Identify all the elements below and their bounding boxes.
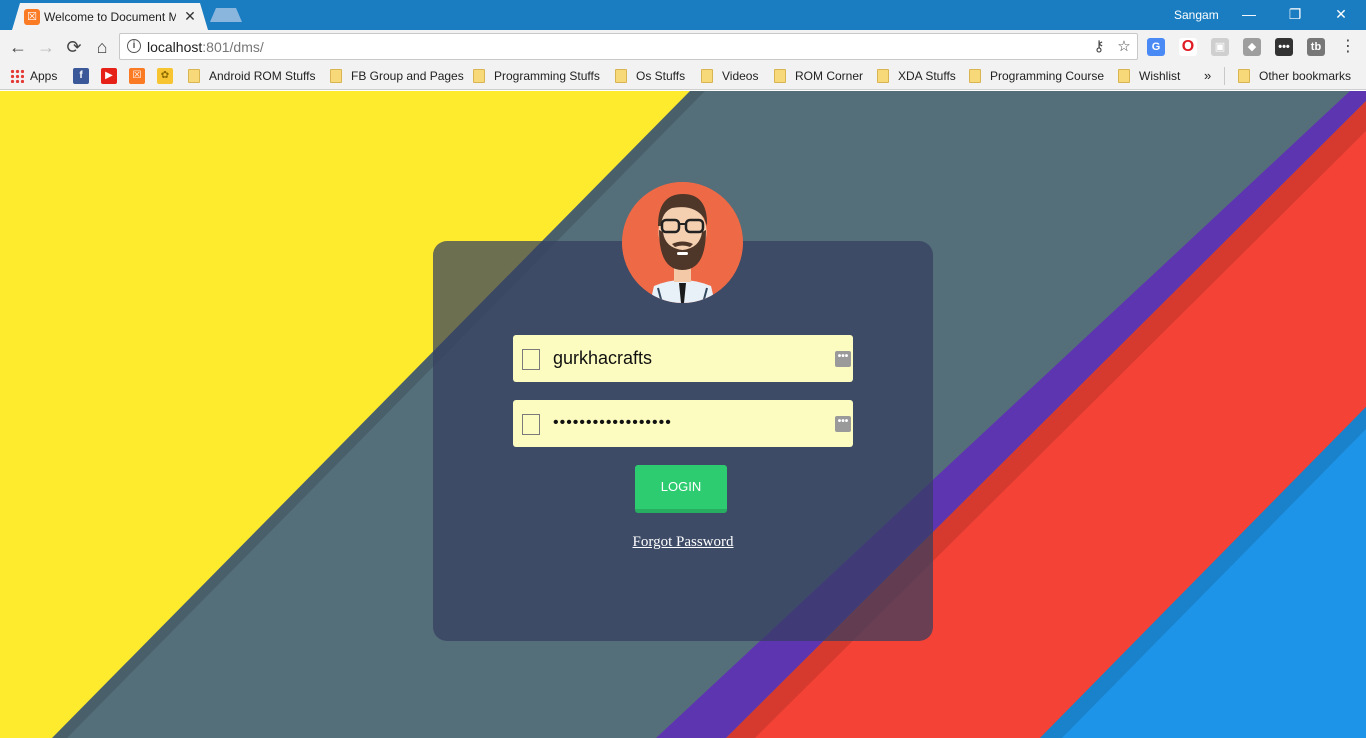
kiwi-icon[interactable]: ✿ — [157, 68, 173, 84]
cube-extension-icon[interactable]: ◆ — [1243, 38, 1261, 56]
bookmark-folder[interactable]: Wishlist — [1118, 68, 1180, 84]
bookmarks-overflow-button[interactable]: » — [1204, 68, 1211, 84]
key-icon[interactable]: ⚷ — [1090, 38, 1108, 56]
user-avatar — [622, 182, 743, 303]
tab-close-icon[interactable]: ✕ — [182, 8, 198, 24]
folder-icon — [877, 69, 889, 83]
browser-toolbar: ← → ⟳ ⌂ i localhost:801/dms/ ⚷ ☆ G O ▣ ◆… — [0, 30, 1366, 63]
xampp-icon: ☒ — [24, 9, 40, 25]
youtube-icon[interactable]: ▶ — [101, 68, 117, 84]
username-field[interactable]: gurkhacrafts ••• — [513, 335, 853, 382]
login-page: gurkhacrafts ••• •••••••••••••••••• ••• … — [0, 91, 1366, 738]
bookmark-folder[interactable]: Programming Course — [969, 68, 1104, 84]
profile-name[interactable]: Sangam — [1174, 7, 1219, 23]
site-info-icon[interactable]: i — [127, 39, 141, 53]
apps-shortcut[interactable]: Apps — [10, 68, 57, 84]
reload-icon[interactable]: ⟳ — [62, 35, 86, 59]
login-button[interactable]: LOGIN — [635, 465, 727, 513]
remember-checkbox[interactable] — [522, 349, 540, 370]
show-password-checkbox[interactable] — [522, 414, 540, 435]
new-tab-button[interactable] — [210, 8, 242, 22]
bookmark-folder[interactable]: FB Group and Pages — [330, 68, 464, 84]
bookmark-folder[interactable]: Programming Stuffs — [473, 68, 600, 84]
tab-title: Welcome to Document Management System — [44, 10, 176, 24]
password-input[interactable]: •••••••••••••••••• — [553, 412, 823, 434]
active-tab[interactable]: ☒ Welcome to Document Management System … — [12, 3, 208, 30]
xampp-bookmark-icon[interactable]: ☒ — [129, 68, 145, 84]
folder-icon — [969, 69, 981, 83]
folder-icon — [774, 69, 786, 83]
bookmark-folder[interactable]: XDA Stuffs — [877, 68, 956, 84]
minimize-button[interactable]: — — [1226, 0, 1272, 28]
back-icon[interactable]: ← — [6, 35, 30, 59]
bookmark-star-icon[interactable]: ☆ — [1115, 38, 1133, 56]
home-icon[interactable]: ⌂ — [90, 35, 114, 59]
bookmark-folder[interactable]: Videos — [701, 68, 758, 84]
folder-icon — [330, 69, 342, 83]
restore-button[interactable]: ❐ — [1272, 0, 1318, 28]
forgot-password-link[interactable]: Forgot Password — [583, 534, 783, 551]
forward-icon[interactable]: → — [34, 35, 58, 59]
bookmark-folder[interactable]: ROM Corner — [774, 68, 863, 84]
camera-extension-icon[interactable]: ▣ — [1211, 38, 1229, 56]
tb-extension-icon[interactable]: tb — [1307, 38, 1325, 56]
bookmarks-bar: Apps f ▶ ☒ ✿ Android ROM Stuffs FB Group… — [0, 63, 1366, 90]
folder-icon — [188, 69, 200, 83]
dots-extension-icon[interactable]: ••• — [1275, 38, 1293, 56]
chrome-menu-icon[interactable]: ⋮ — [1336, 35, 1360, 59]
folder-icon — [1238, 69, 1250, 83]
bearded-man-avatar-icon — [622, 182, 743, 303]
autofill-menu-icon[interactable]: ••• — [835, 416, 851, 432]
username-input[interactable]: gurkhacrafts — [553, 347, 823, 369]
autofill-menu-icon[interactable]: ••• — [835, 351, 851, 367]
bookmark-folder[interactable]: Os Stuffs — [615, 68, 685, 84]
apps-grid-icon — [10, 69, 24, 83]
opera-extension-icon[interactable]: O — [1179, 38, 1197, 56]
browser-titlebar: ☒ Welcome to Document Management System … — [0, 0, 1366, 30]
password-field[interactable]: •••••••••••••••••• ••• — [513, 400, 853, 447]
folder-icon — [473, 69, 485, 83]
address-bar[interactable]: i localhost:801/dms/ ⚷ ☆ — [119, 33, 1138, 60]
other-bookmarks-folder[interactable]: Other bookmarks — [1238, 68, 1351, 84]
close-window-button[interactable]: ✕ — [1318, 0, 1364, 28]
folder-icon — [701, 69, 713, 83]
translate-extension-icon[interactable]: G — [1147, 38, 1165, 56]
bookmarks-divider — [1224, 67, 1225, 85]
url-text[interactable]: localhost:801/dms/ — [147, 39, 264, 55]
folder-icon — [1118, 69, 1130, 83]
facebook-icon[interactable]: f — [73, 68, 89, 84]
folder-icon — [615, 69, 627, 83]
bookmark-folder[interactable]: Android ROM Stuffs — [188, 68, 316, 84]
